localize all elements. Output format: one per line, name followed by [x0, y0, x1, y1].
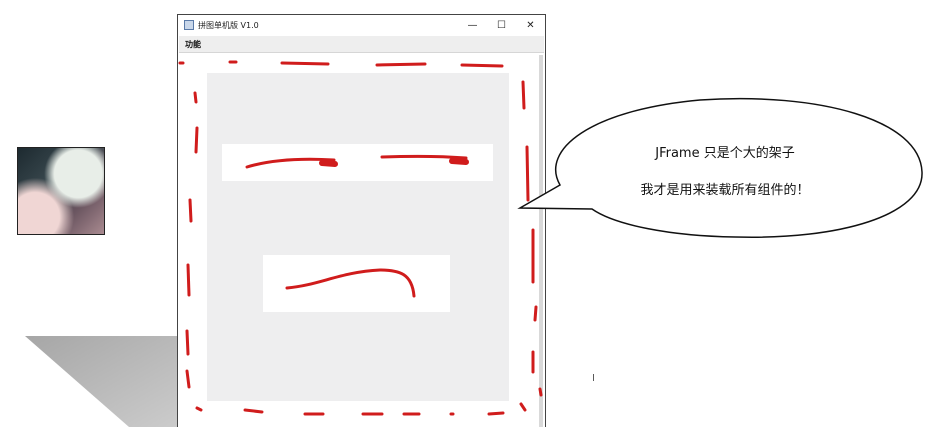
bubble-line-2: 我才是用来装载所有组件的！ [640, 183, 810, 198]
bubble-line-1: JFrame 只是个大的架子 [655, 146, 795, 161]
annotation-overlay [178, 60, 923, 416]
red-dashed-frame [178, 60, 543, 416]
red-strokes-inner [245, 154, 469, 298]
speech-bubble [517, 97, 923, 238]
text-cursor-icon: I [592, 373, 595, 384]
